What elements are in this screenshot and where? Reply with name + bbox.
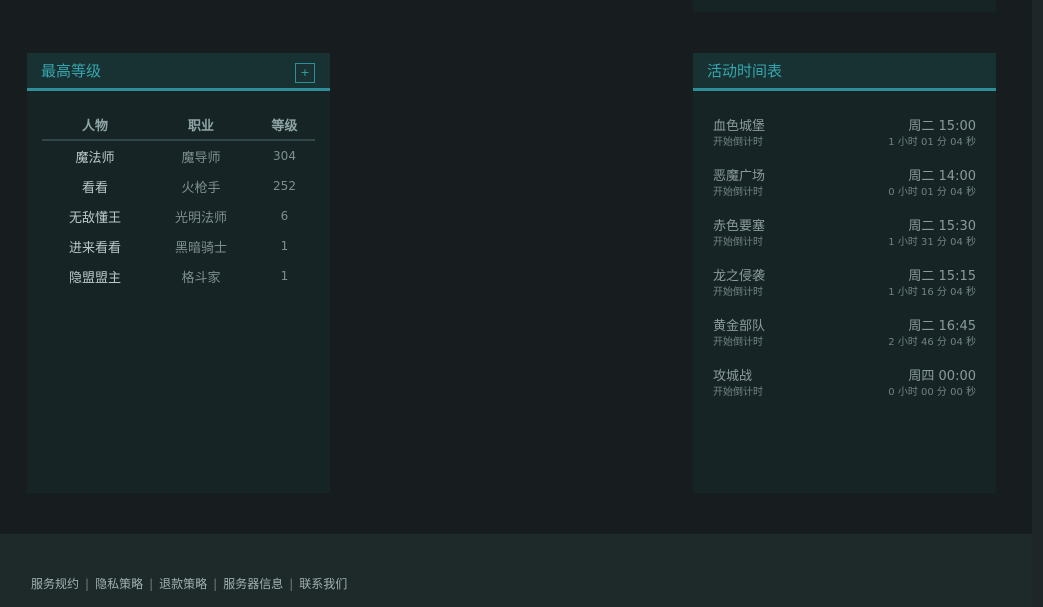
event-countdown: 0 小时 00 分 00 秒 bbox=[888, 387, 976, 398]
table-row: 看看 火枪手 252 bbox=[42, 171, 315, 201]
top-level-header: 最高等级 + bbox=[27, 53, 330, 91]
event-countdown-label: 开始倒计时 bbox=[713, 137, 763, 148]
footer-separator: | bbox=[213, 577, 218, 591]
footer-link-privacy[interactable]: 隐私策略 bbox=[95, 577, 143, 591]
column-header-class: 职业 bbox=[148, 115, 254, 141]
event-countdown-label: 开始倒计时 bbox=[713, 387, 763, 398]
footer-link-refund[interactable]: 退款策略 bbox=[159, 577, 207, 591]
event-name: 龙之侵袭 bbox=[713, 269, 766, 284]
footer: 服务规约 | 隐私策略 | 退款策略 | 服务器信息 | 联系我们 bbox=[0, 534, 1032, 607]
table-row: 进来看看 黑暗骑士 1 bbox=[42, 231, 315, 261]
character-level: 304 bbox=[273, 149, 296, 163]
list-item: 攻城战 开始倒计时 周四 00:00 0 小时 00 分 00 秒 bbox=[713, 365, 976, 415]
event-countdown-label: 开始倒计时 bbox=[713, 287, 763, 298]
character-class: 火枪手 bbox=[181, 180, 221, 196]
event-countdown-label: 开始倒计时 bbox=[713, 337, 763, 348]
character-class: 格斗家 bbox=[181, 270, 221, 286]
character-name[interactable]: 隐盟盟主 bbox=[42, 261, 148, 291]
footer-separator: | bbox=[85, 577, 90, 591]
character-class: 黑暗骑士 bbox=[174, 240, 227, 256]
event-time: 周二 15:30 bbox=[908, 219, 976, 234]
event-time: 周二 15:15 bbox=[908, 269, 976, 284]
event-countdown: 2 小时 46 分 04 秒 bbox=[888, 337, 976, 348]
ranking-table: 人物 职业 等级 魔法师 魔导师 304 看看 火枪手 252 无敌懂王 光明法… bbox=[42, 115, 315, 291]
footer-links: 服务规约 | 隐私策略 | 退款策略 | 服务器信息 | 联系我们 bbox=[31, 575, 347, 592]
event-name: 血色城堡 bbox=[713, 119, 766, 134]
character-level: 252 bbox=[273, 179, 296, 193]
character-name[interactable]: 无敌懂王 bbox=[42, 201, 148, 231]
expand-button[interactable]: + bbox=[295, 63, 315, 83]
character-name[interactable]: 看看 bbox=[42, 171, 148, 201]
footer-link-server-info[interactable]: 服务器信息 bbox=[223, 577, 283, 591]
list-item: 龙之侵袭 开始倒计时 周二 15:15 1 小时 16 分 04 秒 bbox=[713, 265, 976, 315]
table-row: 隐盟盟主 格斗家 1 bbox=[42, 261, 315, 291]
footer-separator: | bbox=[289, 577, 294, 591]
table-row: 无敌懂王 光明法师 6 bbox=[42, 201, 315, 231]
event-schedule-title: 活动时间表 bbox=[707, 62, 783, 80]
previous-panel-bottom bbox=[693, 0, 996, 12]
column-header-level: 等级 bbox=[254, 115, 315, 141]
footer-link-contact[interactable]: 联系我们 bbox=[299, 577, 347, 591]
footer-link-terms[interactable]: 服务规约 bbox=[31, 577, 79, 591]
list-item: 黄金部队 开始倒计时 周二 16:45 2 小时 46 分 04 秒 bbox=[713, 315, 976, 365]
list-item: 赤色要塞 开始倒计时 周二 15:30 1 小时 31 分 04 秒 bbox=[713, 215, 976, 265]
event-time: 周二 16:45 bbox=[908, 319, 976, 334]
character-level: 6 bbox=[280, 209, 289, 223]
event-countdown-label: 开始倒计时 bbox=[713, 237, 763, 248]
list-item: 血色城堡 开始倒计时 周二 15:00 1 小时 01 分 04 秒 bbox=[713, 115, 976, 165]
footer-separator: | bbox=[149, 577, 154, 591]
character-name[interactable]: 进来看看 bbox=[42, 231, 148, 261]
column-header-character: 人物 bbox=[42, 115, 148, 141]
event-time: 周二 15:00 bbox=[908, 119, 976, 134]
event-time: 周四 00:00 bbox=[908, 369, 976, 384]
event-list: 血色城堡 开始倒计时 周二 15:00 1 小时 01 分 04 秒 恶魔广场 … bbox=[713, 115, 976, 415]
event-name: 赤色要塞 bbox=[713, 219, 766, 234]
top-level-title: 最高等级 bbox=[41, 62, 102, 80]
event-countdown: 1 小时 01 分 04 秒 bbox=[888, 137, 976, 148]
event-schedule-header: 活动时间表 bbox=[693, 53, 996, 91]
character-name[interactable]: 魔法师 bbox=[42, 140, 148, 171]
event-name: 黄金部队 bbox=[713, 319, 766, 334]
event-countdown: 1 小时 16 分 04 秒 bbox=[888, 287, 976, 298]
event-time: 周二 14:00 bbox=[908, 169, 976, 184]
character-level: 1 bbox=[280, 239, 289, 253]
table-row: 魔法师 魔导师 304 bbox=[42, 140, 315, 171]
event-name: 攻城战 bbox=[713, 369, 753, 384]
right-edge-strip bbox=[1032, 0, 1043, 607]
top-level-panel: 最高等级 + 人物 职业 等级 魔法师 魔导师 304 看看 火枪手 252 无… bbox=[27, 53, 330, 493]
event-name: 恶魔广场 bbox=[713, 169, 766, 184]
event-countdown: 1 小时 31 分 04 秒 bbox=[888, 237, 976, 248]
character-class: 光明法师 bbox=[174, 210, 227, 226]
event-countdown: 0 小时 01 分 04 秒 bbox=[888, 187, 976, 198]
event-countdown-label: 开始倒计时 bbox=[713, 187, 763, 198]
event-schedule-panel: 活动时间表 血色城堡 开始倒计时 周二 15:00 1 小时 01 分 04 秒… bbox=[693, 53, 996, 493]
character-level: 1 bbox=[280, 269, 289, 283]
page: 最高等级 + 人物 职业 等级 魔法师 魔导师 304 看看 火枪手 252 无… bbox=[0, 0, 1043, 607]
list-item: 恶魔广场 开始倒计时 周二 14:00 0 小时 01 分 04 秒 bbox=[713, 165, 976, 215]
character-class: 魔导师 bbox=[181, 150, 221, 166]
ranking-header-row: 人物 职业 等级 bbox=[42, 115, 315, 141]
